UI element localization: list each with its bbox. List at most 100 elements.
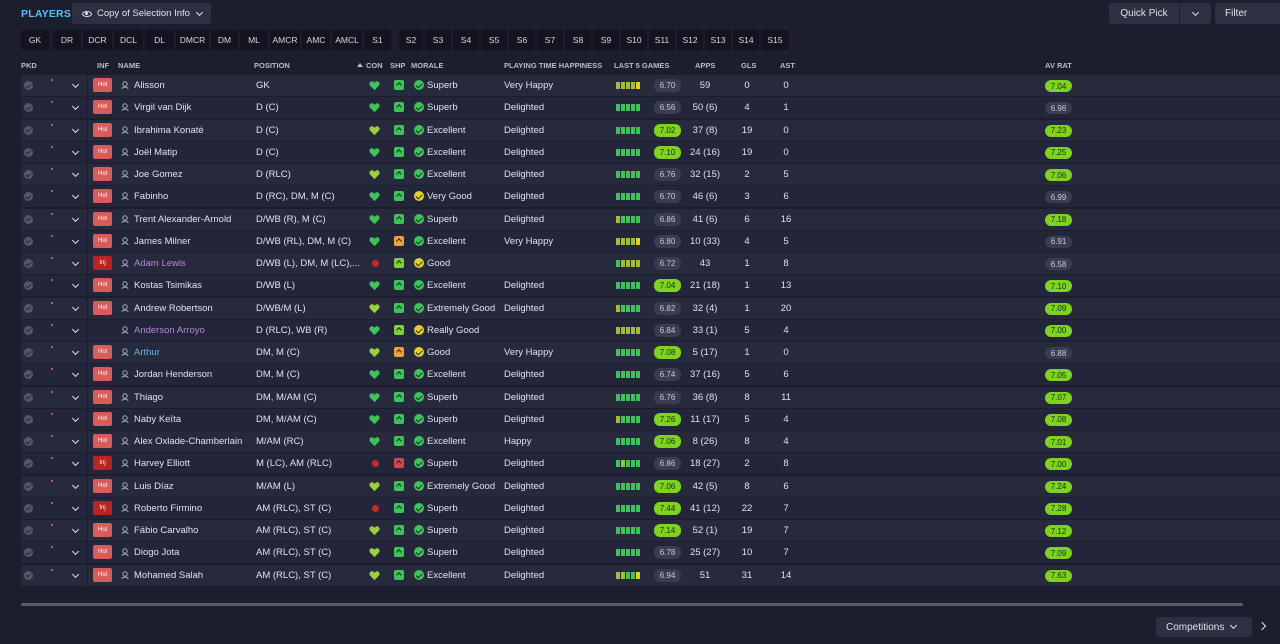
player-name[interactable]: Fábio Carvalho [134,525,198,536]
player-name[interactable]: Andrew Robertson [134,303,213,314]
chevron-down-icon[interactable] [71,169,80,178]
table-row[interactable]: Hol Joe Gomez D (RLC) Excellent Delighte… [21,164,1280,185]
table-row[interactable]: Hol Jordan Henderson DM, M (C) Excellent… [21,364,1280,386]
filter-button[interactable]: Filter [1215,3,1280,24]
picked-check-icon[interactable] [24,392,33,402]
quick-pick-dropdown-button[interactable] [1180,3,1211,24]
player-name[interactable]: Diogo Jota [134,547,179,558]
table-row[interactable]: Hol James Milner D/WB (RL), DM, M (C) Ex… [21,230,1280,252]
position-chip[interactable]: S2 [399,30,423,50]
position-chip[interactable]: AMC [302,30,330,50]
position-chip[interactable]: S4 [453,30,479,50]
chevron-down-icon[interactable] [71,281,80,289]
table-row[interactable]: Hol Andrew Robertson D/WB/M (L) Extremel… [21,297,1280,319]
table-row[interactable]: Inj Harvey Elliott M (LC), AM (RLC) Supe… [21,453,1280,475]
position-chip[interactable]: DR [53,30,81,50]
picked-check-icon[interactable] [24,147,33,157]
picked-check-icon[interactable] [24,548,33,558]
player-name[interactable]: Harvey Elliott [134,458,190,469]
horizontal-scrollbar[interactable] [21,603,1243,606]
chevron-down-icon[interactable] [71,414,80,422]
chevron-right-icon[interactable] [1257,621,1267,631]
picked-check-icon[interactable] [24,81,33,90]
position-chip[interactable]: S8 [565,30,591,50]
position-chip[interactable]: S6 [509,30,535,50]
table-row[interactable]: Hol Arthur DM, M (C) Good Very Happy 7.0… [21,342,1280,363]
chevron-down-icon[interactable] [71,303,80,311]
player-name[interactable]: Fabinho [134,191,168,202]
chevron-down-icon[interactable] [71,392,80,400]
chevron-down-icon[interactable] [71,192,80,200]
position-chip[interactable]: S11 [649,30,675,50]
col-name[interactable]: NAME [118,61,140,70]
player-name[interactable]: Alex Oxlade-Chamberlain [134,436,242,447]
picked-check-icon[interactable] [24,125,33,135]
col-avrat[interactable]: AV RAT [1045,61,1072,70]
chevron-down-icon[interactable] [71,147,80,155]
table-row[interactable]: Hol Luis Díaz M/AM (L) Extremely Good De… [21,475,1280,497]
chevron-down-icon[interactable] [71,125,80,133]
picked-check-icon[interactable] [24,303,33,313]
holiday-badge[interactable]: Hol [93,100,112,115]
player-name[interactable]: Kostas Tsimikas [134,280,202,291]
table-row[interactable]: Hol Mohamed Salah AM (RLC), ST (C) Excel… [21,564,1280,586]
chevron-down-icon[interactable] [71,325,80,333]
chevron-down-icon[interactable] [71,103,80,111]
position-chip[interactable]: DL [145,30,174,50]
position-chip[interactable]: AMCL [332,30,362,50]
player-name[interactable]: Joël Matip [134,147,177,158]
col-ast[interactable]: AST [780,61,795,70]
position-chip[interactable]: S15 [761,30,789,50]
table-row[interactable]: Hol Fábio Carvalho AM (RLC), ST (C) Supe… [21,520,1280,541]
player-name[interactable]: James Milner [134,236,191,247]
table-row[interactable]: Hol Naby Keïta DM, M/AM (C) Superb Delig… [21,408,1280,430]
col-playing-time[interactable]: PLAYING TIME HAPPINESS [504,61,602,70]
chevron-down-icon[interactable] [71,236,80,244]
picked-check-icon[interactable] [24,370,33,380]
picked-check-icon[interactable] [24,214,33,224]
injury-badge[interactable]: Inj [93,500,112,515]
competitions-button[interactable]: Competitions [1156,617,1252,637]
position-chip[interactable]: S5 [481,30,507,50]
col-pkd[interactable]: PKD [21,61,37,70]
chevron-down-icon[interactable] [71,503,80,511]
player-name[interactable]: Alisson [134,80,165,91]
position-chip[interactable]: DCR [83,30,112,50]
table-row[interactable]: Hol Alisson GK Superb Very Happy 6.70 59… [21,75,1280,96]
picked-check-icon[interactable] [24,503,33,513]
player-name[interactable]: Ibrahima Konaté [134,125,204,136]
holiday-badge[interactable]: Hol [93,189,112,204]
chevron-down-icon[interactable] [71,347,80,356]
table-row[interactable]: Hol Ibrahima Konaté D (C) Excellent Deli… [21,119,1280,141]
player-name[interactable]: Thiago [134,392,163,403]
holiday-badge[interactable]: Hol [93,345,112,359]
table-row[interactable]: Hol Virgil van Dijk D (C) Superb Delight… [21,97,1280,119]
position-chip[interactable]: S10 [621,30,647,50]
picked-check-icon[interactable] [24,481,33,491]
quick-pick-button[interactable]: Quick Pick [1109,3,1179,24]
picked-check-icon[interactable] [24,437,33,446]
col-con[interactable]: CON [366,61,383,70]
position-chip[interactable]: S9 [593,30,619,50]
holiday-badge[interactable]: Hol [93,411,112,426]
holiday-badge[interactable]: Hol [93,545,112,560]
picked-check-icon[interactable] [24,236,33,246]
position-chip[interactable]: S7 [537,30,563,50]
table-row[interactable]: Anderson Arroyo D (RLC), WB (R) Really G… [21,319,1280,341]
sort-caret-icon[interactable] [353,61,363,70]
picked-check-icon[interactable] [24,570,33,580]
picked-check-icon[interactable] [24,259,33,268]
picked-check-icon[interactable] [24,414,33,424]
holiday-badge[interactable]: Hol [93,434,112,448]
chevron-down-icon[interactable] [71,436,80,445]
holiday-badge[interactable]: Hol [93,567,112,582]
holiday-badge[interactable]: Hol [93,233,112,248]
col-last5[interactable]: LAST 5 GAMES [614,61,669,70]
position-chip[interactable]: DCL [114,30,143,50]
picked-check-icon[interactable] [24,459,33,469]
chevron-down-icon[interactable] [71,258,80,267]
player-name[interactable]: Joe Gomez [134,169,183,180]
holiday-badge[interactable]: Hol [93,367,112,382]
picked-check-icon[interactable] [24,103,33,113]
holiday-badge[interactable]: Hol [93,278,112,293]
